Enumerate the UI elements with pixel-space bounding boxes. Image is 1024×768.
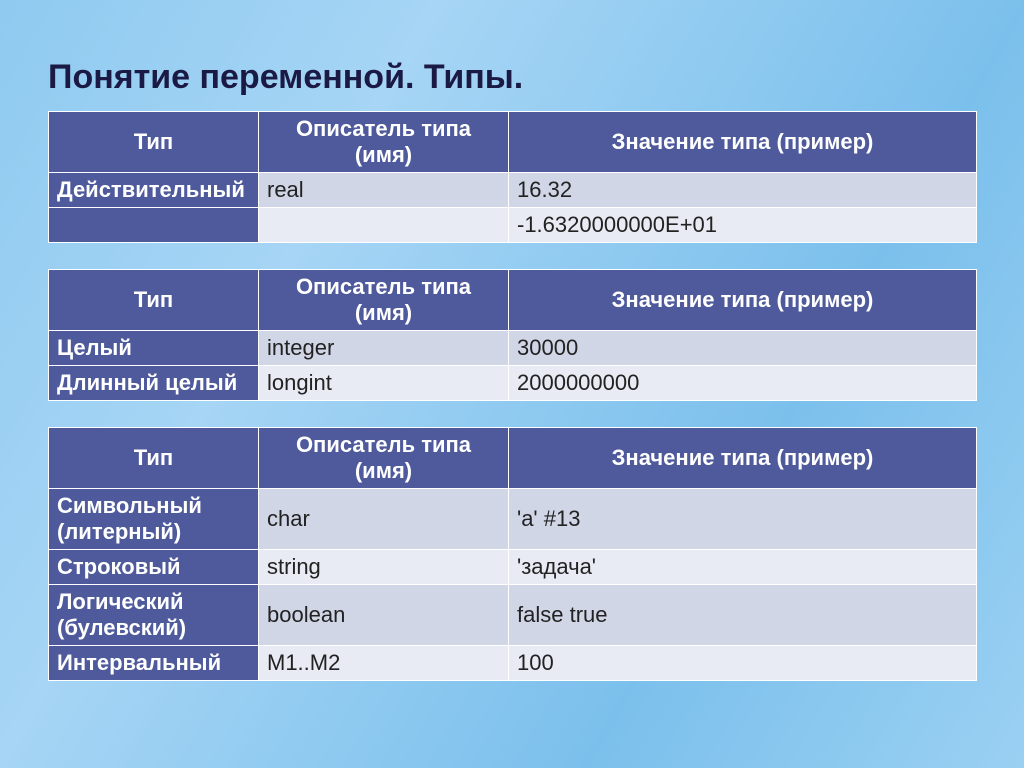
cell-descriptor: char: [259, 489, 509, 550]
cell-descriptor: real: [259, 173, 509, 208]
cell-example: false true: [509, 585, 977, 646]
table-other-types: Тип Описатель типа (имя) Значение типа (…: [48, 427, 976, 681]
table-row: Символьный (литерный) char 'a' #13: [49, 489, 977, 550]
col-example: Значение типа (пример): [509, 112, 977, 173]
table-row: Целый integer 30000: [49, 331, 977, 366]
cell-type: Действительный: [49, 173, 259, 208]
cell-descriptor: string: [259, 550, 509, 585]
col-descriptor: Описатель типа (имя): [259, 270, 509, 331]
page-title: Понятие переменной. Типы.: [48, 58, 976, 97]
table-row: Интервальный M1..M2 100: [49, 646, 977, 681]
cell-type: Символьный (литерный): [49, 489, 259, 550]
table-real: Тип Описатель типа (имя) Значение типа (…: [48, 111, 976, 243]
cell-example: -1.6320000000E+01: [509, 208, 977, 243]
cell-example: 30000: [509, 331, 977, 366]
col-example: Значение типа (пример): [509, 428, 977, 489]
cell-example: 2000000000: [509, 366, 977, 401]
table-header-row: Тип Описатель типа (имя) Значение типа (…: [49, 270, 977, 331]
table-row: -1.6320000000E+01: [49, 208, 977, 243]
cell-type: Целый: [49, 331, 259, 366]
table-integer: Тип Описатель типа (имя) Значение типа (…: [48, 269, 976, 401]
col-type: Тип: [49, 428, 259, 489]
table-row: Действительный real 16.32: [49, 173, 977, 208]
table-row: Логический (булевский) boolean false tru…: [49, 585, 977, 646]
table-header-row: Тип Описатель типа (имя) Значение типа (…: [49, 428, 977, 489]
slide: Понятие переменной. Типы. Тип Описатель …: [0, 0, 1024, 727]
cell-descriptor: longint: [259, 366, 509, 401]
cell-example: 'задача': [509, 550, 977, 585]
table-header-row: Тип Описатель типа (имя) Значение типа (…: [49, 112, 977, 173]
cell-type: Логический (булевский): [49, 585, 259, 646]
col-type: Тип: [49, 270, 259, 331]
table-row: Длинный целый longint 2000000000: [49, 366, 977, 401]
col-example: Значение типа (пример): [509, 270, 977, 331]
cell-descriptor: [259, 208, 509, 243]
cell-descriptor: integer: [259, 331, 509, 366]
cell-example: 'a' #13: [509, 489, 977, 550]
cell-type: Длинный целый: [49, 366, 259, 401]
table-row: Строковый string 'задача': [49, 550, 977, 585]
cell-type: Строковый: [49, 550, 259, 585]
cell-descriptor: boolean: [259, 585, 509, 646]
cell-example: 16.32: [509, 173, 977, 208]
col-descriptor: Описатель типа (имя): [259, 112, 509, 173]
cell-type: Интервальный: [49, 646, 259, 681]
cell-type: [49, 208, 259, 243]
col-descriptor: Описатель типа (имя): [259, 428, 509, 489]
col-type: Тип: [49, 112, 259, 173]
cell-example: 100: [509, 646, 977, 681]
cell-descriptor: M1..M2: [259, 646, 509, 681]
